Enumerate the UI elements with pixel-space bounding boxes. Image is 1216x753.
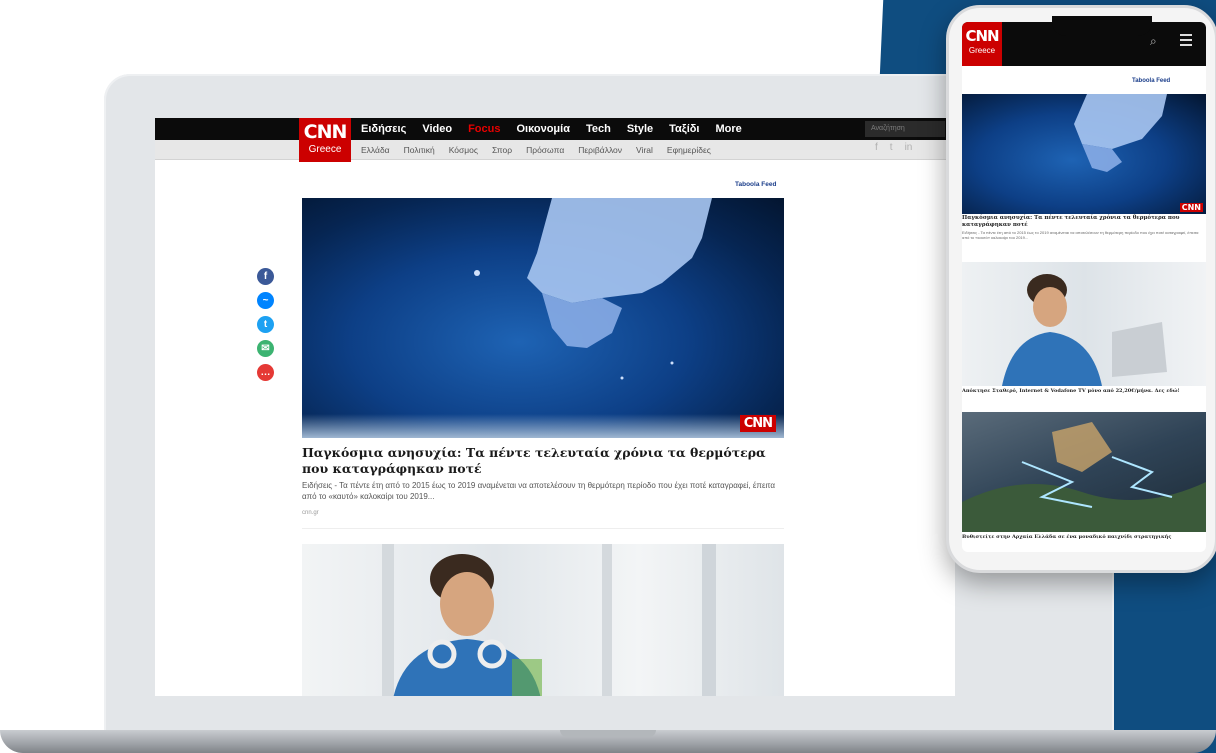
phone-man-with-laptop-photo [1002,274,1167,386]
messenger-icon[interactable]: ~ [257,292,274,309]
subnav-item-world[interactable]: Κόσμος [449,145,478,155]
promo-scene: CNN Greece Ειδήσεις Video Focus Οικονομί… [0,0,1216,753]
article-description[interactable]: Ειδήσεις - Τα πέντε έτη από το 2015 έως … [302,480,782,502]
phone-ad-title[interactable]: Απόκτησε Σταθερό, Internet & Vodafone TV… [962,388,1206,395]
email-icon[interactable]: ✉ [257,340,274,357]
nav-item-more[interactable]: More [716,123,742,135]
phone-game-art [962,422,1206,532]
phone-notch [1052,16,1152,36]
nav-item-tech[interactable]: Tech [586,123,611,135]
hero-cnn-logo: CNN [739,415,776,432]
man-with-laptop-photo [382,544,716,696]
phone-hero-cnn-logo: CNN [1179,203,1203,212]
hero-bottom-strip [302,414,784,438]
facebook-icon[interactable]: f [875,142,878,153]
article-source: cnn.gr [302,510,319,516]
nav-item-style[interactable]: Style [627,123,653,135]
logo-text: CNN [303,121,348,143]
taboola-feed-label[interactable]: Taboola Feed [735,181,776,188]
linkedin-icon[interactable]: in [905,142,913,153]
nav-item-economy[interactable]: Οικονομία [516,123,570,135]
laptop-notch [560,730,656,737]
second-article-image[interactable] [302,544,784,696]
facebook-icon[interactable]: f [257,268,274,285]
nav-item-video[interactable]: Video [422,123,452,135]
subnav-item-sport[interactable]: Σπορ [492,145,512,155]
nav-item-news[interactable]: Ειδήσεις [361,123,406,135]
subnav-item-newspapers[interactable]: Εφημερίδες [667,145,711,155]
phone-taboola-feed-label[interactable]: Taboola Feed [1132,78,1170,84]
subnav-item-people[interactable]: Πρόσωπα [526,145,564,155]
main-nav: Ειδήσεις Video Focus Οικονομία Tech Styl… [361,118,742,140]
subnav-item-politics[interactable]: Πολιτική [404,145,435,155]
cnn-greece-logo[interactable]: CNN Greece [299,118,351,162]
ice-shelf-illustration [474,198,712,380]
sub-nav: Ελλάδα Πολιτική Κόσμος Σπορ Πρόσωπα Περι… [361,140,711,160]
phone-second-article-image[interactable] [962,262,1206,386]
article-title[interactable]: Παγκόσμια ανησυχία: Τα πέντε τελευταία χ… [302,445,782,477]
share-bar: f ~ t ✉ … [257,268,274,381]
phone-logo-subtext: Greece [968,46,996,55]
laptop-screen: CNN Greece Ειδήσεις Video Focus Οικονομί… [155,118,955,696]
twitter-icon[interactable]: t [257,316,274,333]
logo-subtext: Greece [308,144,342,155]
nav-item-focus[interactable]: Focus [468,123,500,135]
phone-screen: CNN Greece ⌕ Taboola Feed CNN Παγκόσμια … [962,22,1206,552]
phone-logo-text: CNN [965,27,999,45]
phone-ice-shelf-illustration [1074,94,1167,172]
twitter-icon[interactable]: t [890,142,893,153]
hamburger-menu-icon[interactable] [1180,34,1192,49]
subnav-item-environment[interactable]: Περιβάλλον [578,145,622,155]
feed-divider [302,528,784,529]
search-icon[interactable]: ⌕ [1150,34,1157,49]
hero-image[interactable]: CNN [302,198,784,438]
subnav-item-greece[interactable]: Ελλάδα [361,145,390,155]
nav-item-travel[interactable]: Ταξίδι [669,123,699,135]
phone-article-description[interactable]: Ειδήσεις - Τα πέντε έτη από το 2015 έως … [962,230,1206,240]
header-social-icons: f t in [875,142,912,153]
phone-article-title[interactable]: Παγκόσμια ανησυχία: Τα πέντε τελευταία χ… [962,215,1206,229]
search-input[interactable]: Αναζήτηση [865,121,945,137]
phone-game-ad-image[interactable] [962,412,1206,532]
phone-cnn-logo[interactable]: CNN Greece [962,22,1002,66]
more-icon[interactable]: … [257,364,274,381]
subnav-item-viral[interactable]: Viral [636,145,653,155]
phone-hero-image[interactable]: CNN [962,94,1206,214]
phone-game-title[interactable]: Βυθιστείτε στην Αρχαία Ελλάδα σε ένα μον… [962,534,1206,541]
